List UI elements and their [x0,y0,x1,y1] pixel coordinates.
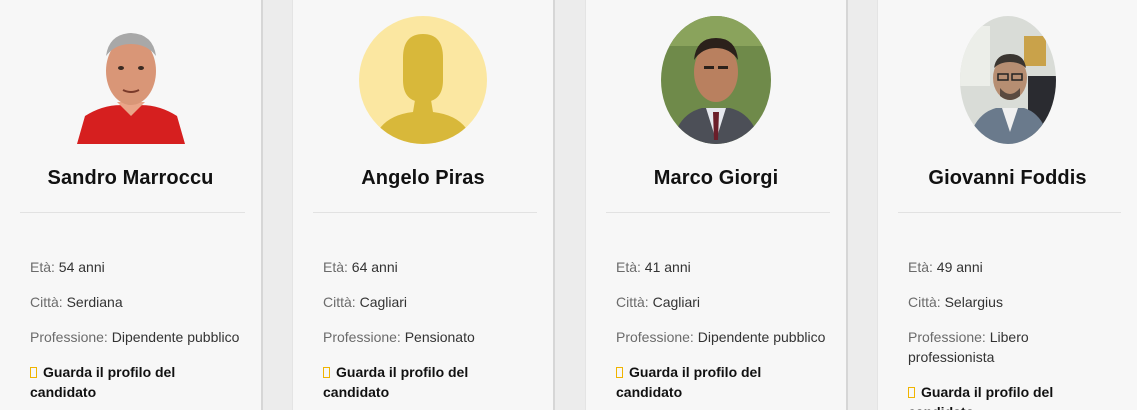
job-line: Professione: Pensionato [323,327,533,347]
candidate-info: Età: 49 anni Città: Selargius Profession… [908,257,1117,410]
profile-link-text[interactable]: Guarda il profilo del candidato [616,364,761,400]
profile-link[interactable]: Guarda il profilo del candidato [908,382,1117,410]
job-value: Dipendente pubblico [697,329,826,345]
job-label: Professione: [30,329,108,345]
city-line: Città: Cagliari [616,292,826,312]
city-line: Città: Serdiana [30,292,241,312]
candidate-info: Età: 41 anni Città: Cagliari Professione… [616,257,826,402]
age-label: Età: [323,259,348,275]
profile-link-text[interactable]: Guarda il profilo del candidato [323,364,468,400]
candidate-photo[interactable] [652,16,780,144]
divider [606,212,830,213]
candidate-photo[interactable] [944,16,1072,144]
candidate-card: Sandro Marroccu Età: 54 anni Città: Serd… [0,0,263,410]
city-label: Città: [323,294,356,310]
link-icon [323,366,330,378]
candidate-name[interactable]: Giovanni Foddis [878,167,1137,190]
candidate-card: Marco Giorgi Età: 41 anni Città: Cagliar… [585,0,848,410]
job-label: Professione: [908,329,986,345]
link-icon [616,366,623,378]
profile-link[interactable]: Guarda il profilo del candidato [616,362,826,402]
age-label: Età: [616,259,641,275]
candidates-row: Sandro Marroccu Età: 54 anni Città: Serd… [0,0,1137,410]
profile-link[interactable]: Guarda il profilo del candidato [30,362,241,402]
profile-link[interactable]: Guarda il profilo del candidato [323,362,533,402]
city-label: Città: [30,294,63,310]
city-value: Selargius [944,294,1003,310]
divider [898,212,1121,213]
job-line: Professione: Dipendente pubblico [616,327,826,347]
age-line: Età: 49 anni [908,257,1117,277]
candidate-photo[interactable] [66,16,195,144]
job-line: Professione: Libero professionista [908,327,1117,367]
candidate-name[interactable]: Marco Giorgi [586,167,846,190]
city-value: Cagliari [652,294,701,310]
job-value: Dipendente pubblico [111,329,240,345]
candidate-info: Età: 54 anni Città: Serdiana Professione… [30,257,241,402]
job-label: Professione: [323,329,401,345]
job-value: Pensionato [404,329,475,345]
job-label: Professione: [616,329,694,345]
job-line: Professione: Dipendente pubblico [30,327,241,347]
city-label: Città: [616,294,649,310]
profile-link-text[interactable]: Guarda il profilo del candidato [908,384,1053,410]
candidate-card: Giovanni Foddis Età: 49 anni Città: Sela… [877,0,1137,410]
candidate-photo-placeholder[interactable] [359,16,487,144]
age-line: Età: 41 anni [616,257,826,277]
age-value: 64 anni [351,259,398,275]
city-label: Città: [908,294,941,310]
candidate-name[interactable]: Angelo Piras [293,167,553,190]
divider [20,212,245,213]
candidate-card: Angelo Piras Età: 64 anni Città: Cagliar… [292,0,555,410]
city-value: Cagliari [359,294,408,310]
age-value: 49 anni [936,259,983,275]
link-icon [908,386,915,398]
profile-link-text[interactable]: Guarda il profilo del candidato [30,364,175,400]
city-line: Città: Selargius [908,292,1117,312]
city-line: Città: Cagliari [323,292,533,312]
age-label: Età: [30,259,55,275]
age-line: Età: 54 anni [30,257,241,277]
age-value: 54 anni [58,259,105,275]
link-icon [30,366,37,378]
city-value: Serdiana [66,294,123,310]
age-line: Età: 64 anni [323,257,533,277]
age-label: Età: [908,259,933,275]
age-value: 41 anni [644,259,691,275]
candidate-info: Età: 64 anni Città: Cagliari Professione… [323,257,533,402]
candidate-name[interactable]: Sandro Marroccu [0,167,261,190]
divider [313,212,537,213]
